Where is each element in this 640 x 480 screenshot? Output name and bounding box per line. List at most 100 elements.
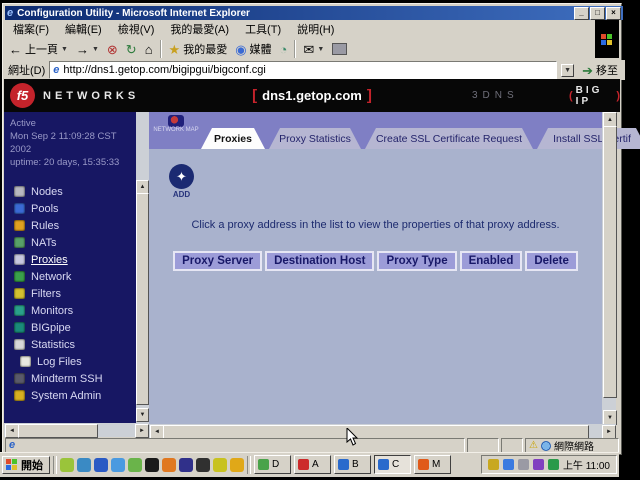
status-message-pane: e — [5, 438, 465, 453]
taskbar-window-button-5[interactable]: M — [414, 455, 451, 474]
go-button[interactable]: ➔ 移至 — [578, 60, 622, 80]
sidebar-item-bigpipe[interactable]: BIGpipe — [4, 319, 136, 336]
column-header-proxy-server[interactable]: Proxy Server — [173, 251, 262, 271]
back-button[interactable]: ← 上一頁 ▼ — [5, 39, 72, 59]
product-3dns-label[interactable]: 3DNS — [472, 90, 519, 101]
scroll-down-icon[interactable]: ▼ — [136, 408, 149, 422]
sidebar-scrollbar-horizontal[interactable]: ◄ ► — [4, 423, 149, 437]
quicklaunch-icon-7[interactable] — [162, 458, 176, 472]
tab-create-ssl-certificate-request[interactable]: Create SSL Certificate Request — [365, 128, 533, 149]
sidebar-item-proxies[interactable]: Proxies — [4, 251, 136, 268]
mail-button[interactable]: ✉ ▼ — [299, 41, 328, 58]
refresh-button[interactable]: ↻ — [122, 41, 141, 58]
forward-button[interactable]: → ▼ — [72, 41, 103, 58]
quicklaunch-icon-3[interactable] — [94, 458, 108, 472]
scrollbar-thumb[interactable] — [603, 126, 617, 398]
tray-app-icon[interactable] — [533, 459, 544, 470]
sidebar-item-nats[interactable]: NATs — [4, 234, 136, 251]
quicklaunch-icon-1[interactable] — [60, 458, 74, 472]
column-header-destination-host[interactable]: Destination Host — [265, 251, 374, 271]
tab-install-ssl-certificate[interactable]: Install SSL Certif — [537, 128, 640, 149]
host-bracket-left: [ — [252, 87, 257, 104]
scroll-right-icon[interactable]: ► — [602, 425, 616, 439]
menu-file[interactable]: 檔案(F) — [5, 19, 57, 39]
quicklaunch-icon-10[interactable] — [213, 458, 227, 472]
sidebar-item-filters[interactable]: Filters — [4, 285, 136, 302]
content-scrollbar-vertical[interactable]: ▲ ▼ — [602, 112, 616, 424]
quicklaunch-icon-6[interactable] — [145, 458, 159, 472]
tab-proxies[interactable]: Proxies — [201, 128, 265, 149]
volume-icon[interactable] — [488, 459, 499, 470]
back-icon: ← — [9, 43, 22, 56]
quicklaunch-icon-11[interactable] — [230, 458, 244, 472]
quicklaunch-icon-8[interactable] — [179, 458, 193, 472]
messenger-icon[interactable] — [503, 459, 514, 470]
taskbar-window-button-2[interactable]: A — [294, 455, 331, 474]
tab-strip: NETWORK MAP Proxies Proxy Statistics Cre… — [149, 112, 602, 149]
scrollbar-thumb[interactable] — [18, 424, 98, 438]
start-button[interactable]: 開始 — [2, 456, 50, 474]
scroll-up-icon[interactable]: ▲ — [603, 112, 617, 127]
network-map-button[interactable]: NETWORK MAP — [153, 115, 199, 133]
sidebar-item-system-admin[interactable]: System Admin — [4, 387, 136, 404]
column-header-enabled[interactable]: Enabled — [460, 251, 523, 271]
menu-tools[interactable]: 工具(T) — [237, 19, 289, 39]
quicklaunch-icon-4[interactable] — [111, 458, 125, 472]
taskbar-clock[interactable]: 上午 11:00 — [563, 457, 610, 472]
product-bigip-label[interactable]: BIG IP — [576, 85, 614, 107]
sidebar-item-nodes[interactable]: Nodes — [4, 183, 136, 200]
print-button[interactable] — [328, 41, 351, 57]
column-header-delete[interactable]: Delete — [525, 251, 578, 271]
quicklaunch-icon-9[interactable] — [196, 458, 210, 472]
scrollbar-thumb[interactable] — [136, 193, 149, 405]
close-button[interactable]: × — [606, 7, 621, 20]
scrollbar-thumb[interactable] — [163, 425, 589, 439]
stop-button[interactable]: ⊗ — [103, 41, 122, 58]
minimize-button[interactable]: _ — [574, 7, 589, 20]
status-bar: e ⚠ 網際網路 — [5, 438, 619, 453]
sidebar-item-pools[interactable]: Pools — [4, 200, 136, 217]
sidebar-item-network[interactable]: Network — [4, 268, 136, 285]
instruction-text: Click a proxy address in the list to vie… — [159, 219, 592, 231]
scroll-down-icon[interactable]: ▼ — [603, 410, 617, 425]
media-button[interactable]: ◉ 媒體 — [231, 39, 275, 59]
menu-help[interactable]: 說明(H) — [289, 19, 342, 39]
maximize-button[interactable]: □ — [590, 7, 605, 20]
sidebar-item-monitors[interactable]: Monitors — [4, 302, 136, 319]
quicklaunch-icon-5[interactable] — [128, 458, 142, 472]
windows-start-icon — [6, 459, 18, 470]
scroll-left-icon[interactable]: ◄ — [5, 424, 19, 438]
taskbar-window-button-3[interactable]: B — [334, 455, 371, 474]
taskbar-window-button-1[interactable]: D — [254, 455, 291, 474]
tray-app-icon-2[interactable] — [548, 459, 559, 470]
tab-proxy-statistics[interactable]: Proxy Statistics — [269, 128, 361, 149]
main-content: ✦ ADD Click a proxy address in the list … — [149, 149, 602, 424]
app-icon — [258, 459, 269, 470]
address-input[interactable]: e http://dns1.getop.com/bigipgui/bigconf… — [49, 61, 557, 79]
add-proxy-button[interactable]: ✦ — [169, 164, 194, 189]
quicklaunch-icon-2[interactable] — [77, 458, 91, 472]
scroll-right-icon[interactable]: ► — [135, 424, 149, 438]
sidebar-item-rules[interactable]: Rules — [4, 217, 136, 234]
content-scrollbar-horizontal[interactable]: ◄ ► — [149, 424, 616, 438]
back-dropdown-icon: ▼ — [61, 46, 68, 53]
display-icon[interactable] — [518, 459, 529, 470]
home-button[interactable]: ⌂ — [141, 41, 157, 58]
sidebar-item-mindterm-ssh[interactable]: Mindterm SSH — [4, 370, 136, 387]
menu-view[interactable]: 檢視(V) — [110, 19, 163, 39]
title-bar[interactable]: e Configuration Utility - Microsoft Inte… — [5, 6, 623, 20]
favorites-button[interactable]: ★ 我的最愛 — [165, 39, 232, 59]
scroll-up-icon[interactable]: ▲ — [136, 180, 149, 194]
sidebar-scrollbar[interactable]: ▲ ▼ — [136, 112, 149, 423]
address-dropdown-icon[interactable]: ▼ — [561, 64, 574, 77]
sidebar-item-statistics[interactable]: Statistics — [4, 336, 136, 353]
menu-favorites[interactable]: 我的最愛(A) — [162, 19, 237, 39]
bigip-bracket-right: ) — [616, 90, 620, 102]
sidebar-item-log-files[interactable]: Log Files — [4, 353, 136, 370]
column-header-proxy-type[interactable]: Proxy Type — [377, 251, 456, 271]
taskbar-window-button-4-active[interactable]: C — [374, 455, 411, 474]
scroll-left-icon[interactable]: ◄ — [150, 425, 164, 439]
menu-edit[interactable]: 編輯(E) — [57, 19, 110, 39]
address-url: http://dns1.getop.com/bigipgui/bigconf.c… — [63, 64, 265, 76]
history-button[interactable]: ◔ — [276, 41, 292, 58]
